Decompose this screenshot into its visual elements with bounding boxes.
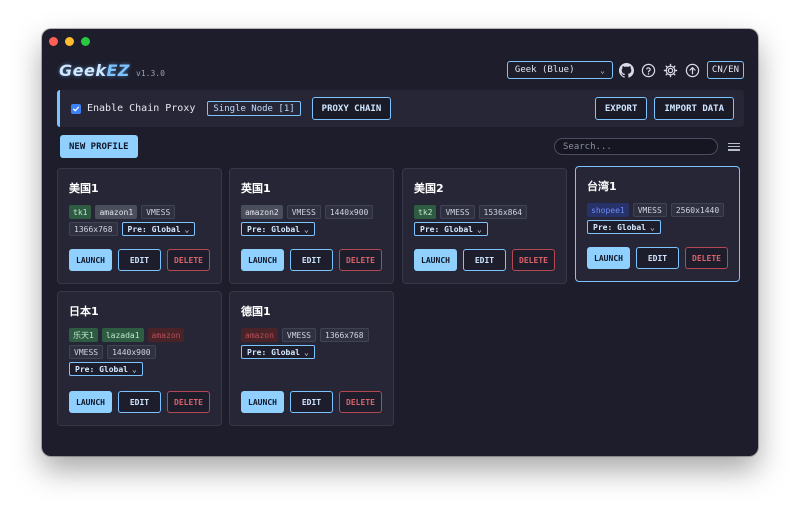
close-window-button[interactable] (49, 37, 58, 46)
profile-tag: VMESS (281, 328, 316, 342)
profile-tag: shopee1 (587, 203, 629, 217)
minimize-window-button[interactable] (65, 37, 74, 46)
profile-card[interactable]: 美国2 tk2 VMESS 1536x864 Pre: Global ⌄ LAUN… (402, 168, 567, 284)
list-icon[interactable] (728, 141, 740, 153)
delete-button[interactable]: DELETE (167, 391, 210, 413)
edit-button[interactable]: EDIT (290, 391, 333, 413)
profile-name: 美国2 (414, 182, 444, 195)
delete-button[interactable]: DELETE (167, 249, 210, 271)
launch-button[interactable]: LAUNCH (414, 249, 457, 271)
profile-card-selected[interactable]: 台湾1 shopee1 VMESS 2560x1440 Pre: Global ⌄… (575, 166, 740, 282)
launch-button[interactable]: LAUNCH (69, 391, 112, 413)
profile-tag: 1440x900 (107, 345, 156, 359)
profile-tags: amazon2 VMESS 1440x900 Pre: Global ⌄ (241, 205, 387, 236)
profile-name: 英国1 (241, 182, 271, 195)
pre-proxy-select[interactable]: Pre: Global ⌄ (69, 362, 143, 376)
app-window: GeekEZ v1.3.0 Geek (Blue) ⌄ CN/EN Enable… (42, 29, 758, 456)
import-data-button[interactable]: IMPORT DATA (654, 97, 734, 120)
app-version: v1.3.0 (136, 68, 165, 78)
profile-name: 美国1 (69, 182, 99, 195)
profile-card[interactable]: 日本1 乐天1 lazada1 amazon VMESS 1440x900 Pr… (57, 291, 222, 426)
theme-select[interactable]: Geek (Blue) ⌄ (506, 61, 613, 79)
profile-tag: VMESS (632, 203, 667, 217)
pre-proxy-select[interactable]: Pre: Global ⌄ (414, 222, 488, 236)
proxy-chain-button[interactable]: PROXY CHAIN (311, 97, 392, 120)
app-header: GeekEZ v1.3.0 Geek (Blue) ⌄ CN/EN (59, 58, 744, 82)
edit-button[interactable]: EDIT (636, 247, 679, 269)
window-controls (49, 37, 90, 46)
profile-tag: amazon (241, 328, 278, 342)
profile-tag: 乐天1 (69, 328, 98, 342)
chevron-down-icon: ⌄ (131, 364, 137, 374)
profile-tags: 乐天1 lazada1 amazon VMESS 1440x900 Pre: G… (69, 328, 215, 376)
pre-proxy-select[interactable]: Pre: Global ⌄ (587, 220, 661, 234)
pre-proxy-select[interactable]: Pre: Global ⌄ (241, 345, 315, 359)
profile-name: 德国1 (241, 305, 271, 318)
profile-tag: amazon (147, 328, 185, 342)
profile-tag: 1440x900 (324, 205, 374, 219)
search-input[interactable]: Search... (554, 138, 718, 155)
edit-button[interactable]: EDIT (118, 249, 161, 271)
launch-button[interactable]: LAUNCH (587, 247, 630, 269)
pre-proxy-select[interactable]: Pre: Global ⌄ (121, 222, 196, 236)
proxy-mode-badge: Single Node [1] (207, 101, 301, 116)
profile-tag: 2560x1440 (670, 203, 725, 217)
launch-button[interactable]: LAUNCH (241, 391, 284, 413)
profile-tag: lazada1 (101, 328, 144, 342)
pre-proxy-select[interactable]: Pre: Global ⌄ (241, 222, 315, 236)
profile-tags: amazon VMESS 1366x768 Pre: Global ⌄ (241, 328, 387, 359)
profile-tag: amazon1 (95, 205, 138, 219)
app-logo: GeekEZ (59, 60, 131, 80)
chevron-down-icon: ⌄ (184, 224, 190, 234)
check-icon (72, 106, 80, 111)
profile-tag: VMESS (69, 345, 104, 359)
export-button[interactable]: EXPORT (594, 97, 648, 120)
edit-button[interactable]: EDIT (463, 249, 506, 271)
enable-chain-proxy-checkbox[interactable] (71, 103, 81, 114)
profile-name: 台湾1 (587, 180, 617, 193)
delete-button[interactable]: DELETE (339, 249, 382, 271)
profile-tag: VMESS (141, 205, 176, 219)
profile-tag: VMESS (286, 205, 321, 219)
profile-tag: 1366x768 (69, 222, 118, 236)
profile-toolbar: NEW PROFILE Search... (60, 135, 740, 158)
profile-name: 日本1 (69, 305, 99, 318)
theme-select-value: Geek (Blue) (514, 65, 575, 75)
chevron-down-icon: ⌄ (303, 224, 309, 234)
chain-proxy-bar: Enable Chain Proxy Single Node [1] PROXY… (57, 90, 744, 127)
chevron-down-icon: ⌄ (476, 224, 482, 234)
profile-tags: tk1 amazon1 VMESS 1366x768 Pre: Global ⌄ (69, 205, 215, 236)
profile-tag: 1536x864 (478, 205, 528, 219)
language-toggle-button[interactable]: CN/EN (706, 61, 744, 79)
edit-button[interactable]: EDIT (118, 391, 161, 413)
delete-button[interactable]: DELETE (512, 249, 555, 271)
help-circle-icon[interactable] (641, 62, 657, 78)
profile-card[interactable]: 英国1 amazon2 VMESS 1440x900 Pre: Global ⌄ … (229, 168, 394, 284)
delete-button[interactable]: DELETE (339, 391, 382, 413)
profile-card[interactable]: 美国1 tk1 amazon1 VMESS 1366x768 Pre: Glob… (57, 168, 222, 284)
profile-card[interactable]: 德国1 amazon VMESS 1366x768 Pre: Global ⌄ L… (229, 291, 394, 426)
edit-button[interactable]: EDIT (290, 249, 333, 271)
chevron-down-icon: ⌄ (600, 65, 605, 75)
arrow-up-circle-icon[interactable] (685, 62, 701, 78)
chain-proxy-label: Enable Chain Proxy (87, 103, 196, 114)
launch-button[interactable]: LAUNCH (69, 249, 112, 271)
profile-tags: tk2 VMESS 1536x864 Pre: Global ⌄ (414, 205, 560, 236)
github-icon[interactable] (619, 62, 635, 78)
profile-tags: shopee1 VMESS 2560x1440 Pre: Global ⌄ (587, 203, 733, 234)
zoom-window-button[interactable] (81, 37, 90, 46)
gear-icon[interactable] (663, 62, 679, 78)
profile-tag: tk2 (414, 205, 437, 219)
profile-tag: amazon2 (241, 205, 283, 219)
delete-button[interactable]: DELETE (685, 247, 728, 269)
new-profile-button[interactable]: NEW PROFILE (60, 135, 138, 158)
profile-tag: VMESS (440, 205, 475, 219)
launch-button[interactable]: LAUNCH (241, 249, 284, 271)
profile-tag: 1366x768 (320, 328, 369, 342)
chevron-down-icon: ⌄ (303, 347, 309, 357)
chevron-down-icon: ⌄ (649, 222, 655, 232)
profile-tag: tk1 (69, 205, 92, 219)
